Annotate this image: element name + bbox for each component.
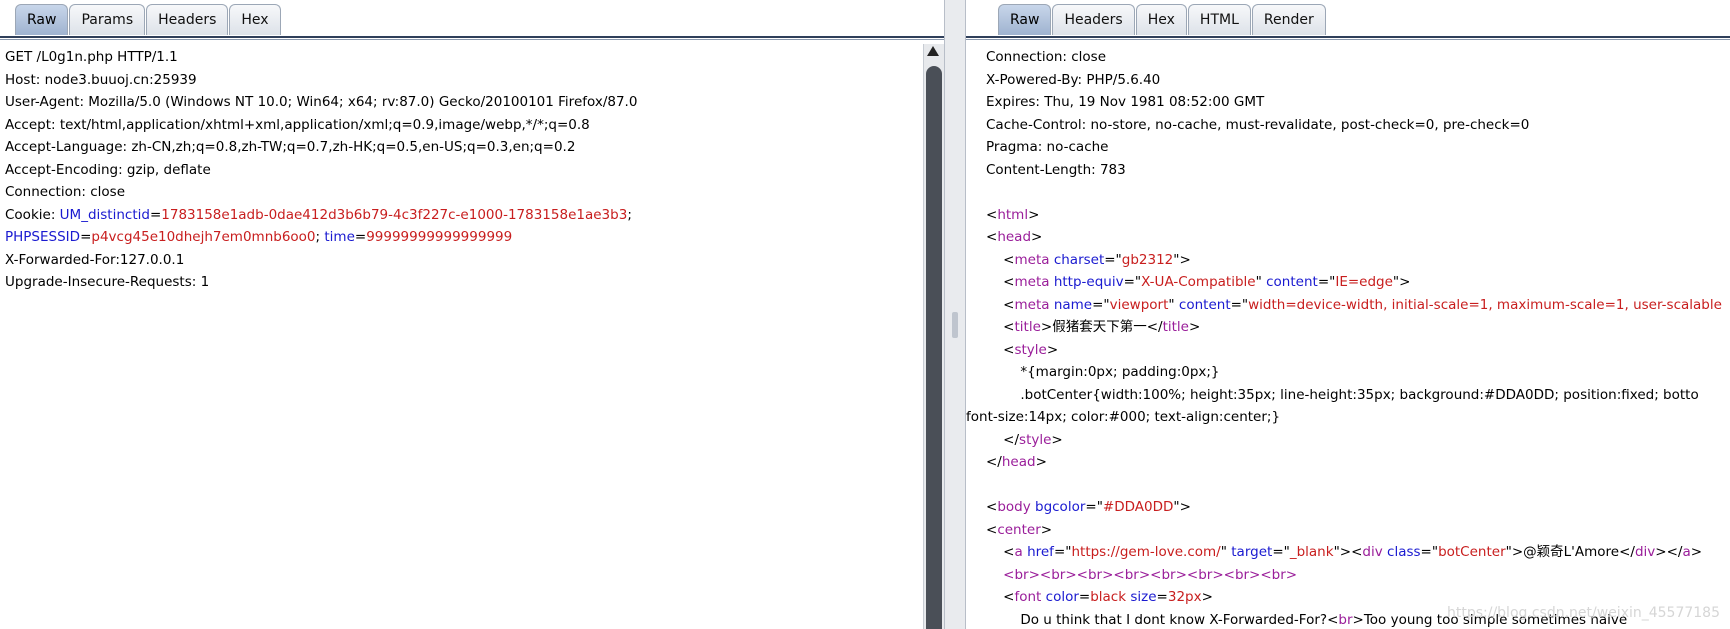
html-line: <html>	[986, 206, 1040, 223]
html-line: </head>	[986, 454, 1047, 470]
cookie-prefix: Cookie:	[5, 206, 60, 223]
cookie-name: UM_distinctid	[59, 206, 150, 223]
request-pane: Raw Params Headers Hex GET /L0g1n.php HT…	[0, 0, 944, 629]
html-line: <br><br><br><br><br><br><br><br>	[986, 564, 1730, 587]
meta-charset-value: gb2312	[1121, 251, 1174, 268]
response-header-line: Cache-Control: no-store, no-cache, must-…	[986, 116, 1530, 133]
cookie-name: time	[324, 229, 355, 245]
html-tag: html	[997, 206, 1029, 223]
html-line: <meta name="viewport" content="width=dev…	[986, 296, 1722, 313]
cookie-value: p4vcg45e10dhejh7em0mnb6oo0	[91, 229, 316, 245]
request-line: Accept-Encoding: gzip, deflate	[5, 161, 211, 178]
request-scrollbar[interactable]	[923, 44, 944, 629]
css-text: .botCenter{width:100%; height:35px; line…	[1020, 386, 1699, 403]
tab-request-raw[interactable]: Raw	[15, 4, 69, 35]
html-line: <center>	[986, 521, 1053, 538]
tabbar-rule	[0, 36, 944, 38]
request-line: User-Agent: Mozilla/5.0 (Windows NT 10.0…	[5, 94, 638, 110]
scroll-up-arrow-icon[interactable]	[927, 46, 939, 56]
request-editor[interactable]: GET /L0g1n.php HTTP/1.1 Host: node3.buuo…	[0, 44, 944, 629]
meta-name-value: viewport	[1109, 296, 1169, 313]
tab-response-hex[interactable]: Hex	[1135, 4, 1187, 35]
request-line: Upgrade-Insecure-Requests: 1	[5, 274, 210, 290]
response-header-line: Content-Length: 783	[986, 161, 1126, 178]
font-color-value: black	[1090, 589, 1127, 605]
request-line: Accept-Language: zh-CN,zh;q=0.8,zh-TW;q=…	[5, 139, 576, 155]
cookie-value: 1783158e1adb-0dae412d3b6b79-4c3f227c-e10…	[161, 206, 628, 223]
request-lines: GET /L0g1n.php HTTP/1.1 Host: node3.buuo…	[5, 46, 944, 294]
meta-content-value: IE=edge	[1335, 274, 1393, 290]
request-tabbar: Raw Params Headers Hex	[0, 0, 944, 42]
tab-response-html[interactable]: HTML	[1187, 4, 1251, 35]
link-href-value: https://gem-love.com/	[1071, 544, 1221, 560]
font-size-value: 32px	[1167, 589, 1202, 605]
meta-content-value: width=device-width, initial-scale=1, max…	[1248, 296, 1722, 313]
response-tabs: Raw Headers Hex HTML Render	[998, 4, 1327, 37]
request-line: Host: node3.buuoj.cn:25939	[5, 71, 197, 88]
html-line: <meta http-equiv="X-UA-Compatible" conte…	[986, 274, 1411, 290]
center-tag: center	[997, 521, 1041, 538]
request-line: Connection: close	[5, 184, 125, 200]
response-tabbar: Raw Headers Hex HTML Render	[966, 0, 1730, 42]
br-tags: <br><br><br><br><br><br><br><br>	[1003, 566, 1298, 583]
response-pane: Raw Headers Hex HTML Render Connection: …	[966, 0, 1730, 629]
cookie-line: Cookie: UM_distinctid=1783158e1adb-0dae4…	[5, 206, 632, 223]
head-tag: head	[997, 229, 1032, 245]
html-line: <head>	[986, 229, 1043, 245]
response-header-line: X-Powered-By: PHP/5.6.40	[986, 71, 1161, 88]
tabbar-rule-secondary	[966, 39, 1730, 40]
scrollbar-thumb[interactable]	[926, 66, 942, 629]
tab-response-raw[interactable]: Raw	[998, 4, 1052, 35]
div-text: @颖奇L'Amore	[1523, 544, 1620, 560]
request-tabs: Raw Params Headers Hex	[15, 4, 282, 37]
watermark: https://blog.csdn.net/weixin_45577185	[1446, 605, 1720, 621]
request-line: X-Forwarded-For:127.0.0.1	[5, 251, 185, 268]
html-line: <style>	[986, 341, 1059, 358]
request-line: GET /L0g1n.php HTTP/1.1	[5, 49, 178, 65]
split-pane-divider[interactable]	[944, 0, 966, 629]
css-line: font-size:14px; color:#000; text-align:c…	[966, 406, 1730, 429]
request-line: Accept: text/html,application/xhtml+xml,…	[5, 116, 590, 133]
page-text: Do u think that I dont know X-Forwarded-…	[1020, 611, 1328, 628]
html-line: </style>	[986, 431, 1063, 448]
tab-response-headers[interactable]: Headers	[1052, 4, 1135, 35]
divider-grip-icon[interactable]	[952, 312, 958, 338]
response-header-line: Connection: close	[986, 49, 1106, 65]
tab-response-render[interactable]: Render	[1251, 4, 1326, 35]
cookie-line-continued: PHPSESSID=p4vcg45e10dhejh7em0mnb6oo0; ti…	[5, 229, 513, 245]
css-text: *{margin:0px; padding:0px;}	[1020, 364, 1220, 380]
body-bgcolor-value: #DDA0DD	[1102, 499, 1174, 515]
css-line: *{margin:0px; padding:0px;}	[986, 361, 1730, 384]
meta-equiv-value: X-UA-Compatible	[1141, 274, 1256, 290]
tab-request-headers[interactable]: Headers	[146, 4, 229, 35]
response-header-line: Pragma: no-cache	[986, 139, 1109, 155]
html-line: <meta charset="gb2312">	[986, 251, 1191, 268]
tab-request-params[interactable]: Params	[69, 4, 146, 35]
title-text: 假猪套天下第一	[1052, 319, 1147, 335]
link-target-value: _blank	[1289, 544, 1334, 560]
css-line: .botCenter{width:100%; height:35px; line…	[986, 384, 1730, 407]
tabbar-rule-secondary	[0, 39, 944, 40]
response-editor[interactable]: Connection: close X-Powered-By: PHP/5.6.…	[966, 44, 1730, 629]
tab-request-hex[interactable]: Hex	[229, 4, 281, 35]
tabbar-rule	[966, 36, 1730, 38]
response-header-line: Expires: Thu, 19 Nov 1981 08:52:00 GMT	[986, 94, 1265, 110]
div-class-value: botCenter	[1438, 544, 1506, 560]
html-line: <body bgcolor="#DDA0DD">	[986, 499, 1191, 515]
response-lines: Connection: close X-Powered-By: PHP/5.6.…	[966, 46, 1730, 629]
cookie-name: PHPSESSID	[5, 229, 81, 245]
cookie-value: 99999999999999999	[366, 229, 513, 245]
css-text: font-size:14px; color:#000; text-align:c…	[966, 409, 1281, 425]
html-line: <title>假猪套天下第一</title>	[986, 319, 1201, 335]
html-line: <a href="https://gem-love.com/" target="…	[986, 544, 1703, 560]
